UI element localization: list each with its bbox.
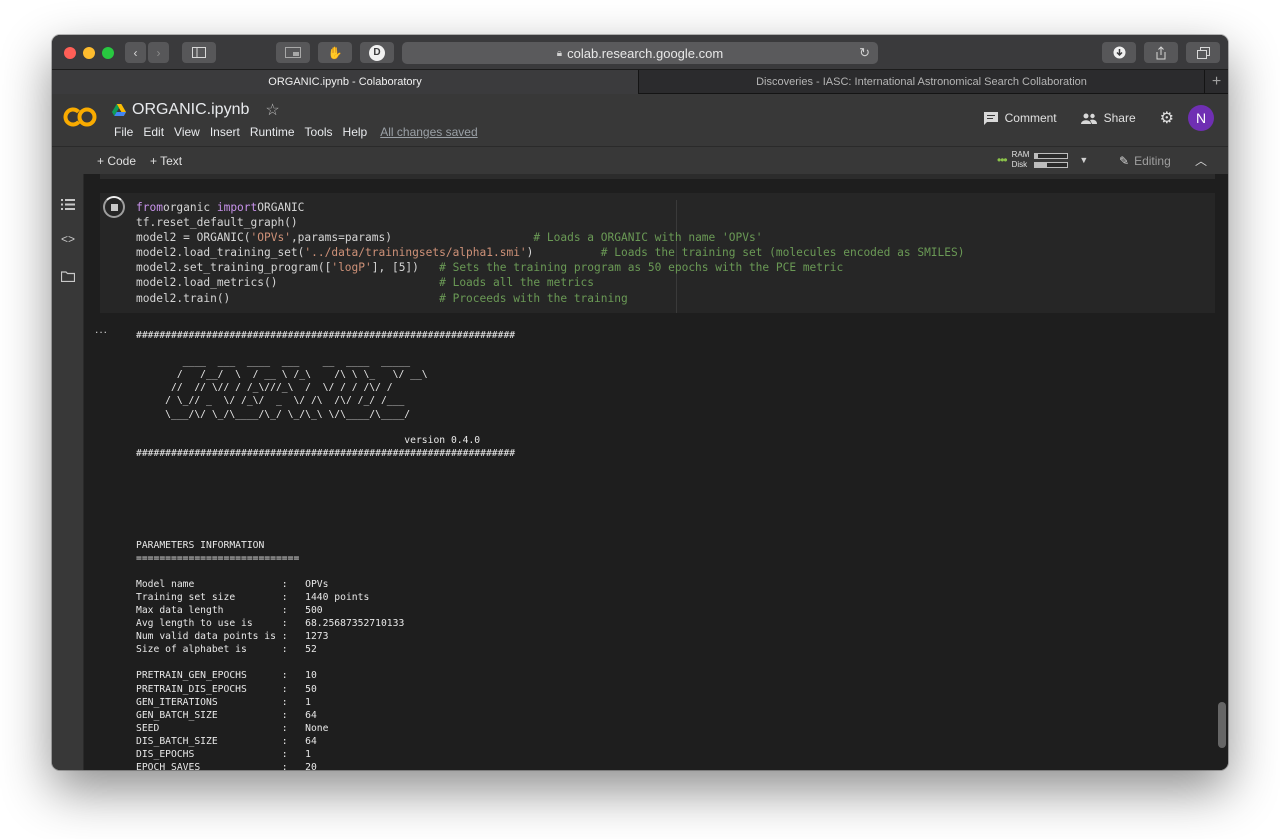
table-of-contents-icon[interactable]: [61, 199, 75, 210]
notebook-toolbar: + Code + Text ••• RAM Disk ▼ ✎ Editing ︿: [52, 146, 1228, 174]
save-status[interactable]: All changes saved: [380, 125, 477, 139]
disk-bar: [1034, 161, 1069, 168]
collapse-header-icon[interactable]: ︿: [1195, 152, 1207, 169]
close-window-button[interactable]: [64, 47, 76, 59]
notebook-area: fromorganic importORGANIC tf.reset_defaul…: [85, 174, 1228, 770]
menu-view[interactable]: View: [169, 125, 205, 139]
star-icon[interactable]: ☆: [265, 100, 279, 120]
gear-icon[interactable]: ⚙: [1160, 108, 1174, 128]
connected-status-icon: •••: [997, 153, 1008, 167]
output-menu-icon[interactable]: ...: [95, 322, 108, 336]
hand-icon: ✋: [327, 45, 343, 60]
tabs-icon: [1196, 46, 1210, 59]
previous-cell-edge: [100, 174, 1215, 179]
editing-mode-button[interactable]: ✎ Editing: [1119, 154, 1171, 168]
code-line: tf.reset_default_graph(): [136, 216, 298, 230]
people-icon: [1080, 113, 1097, 124]
menu-tools[interactable]: Tools: [300, 125, 338, 139]
share-icon: [1156, 45, 1166, 59]
back-button[interactable]: ‹: [125, 42, 146, 63]
reload-icon[interactable]: ↻: [859, 45, 870, 61]
google-drive-icon: [112, 104, 126, 116]
download-icon: [1113, 46, 1125, 59]
code-editor[interactable]: fromorganic importORGANIC tf.reset_defaul…: [136, 200, 964, 306]
browser-tab-bar: ORGANIC.ipynb - Colaboratory Discoveries…: [52, 70, 1228, 94]
extension-button-3[interactable]: D: [360, 42, 394, 63]
code-line: fromorganic importORGANIC: [136, 201, 305, 214]
share-label: Share: [1103, 111, 1136, 125]
share-button[interactable]: Share: [1080, 111, 1136, 125]
downloads-button[interactable]: [1102, 42, 1136, 63]
browser-window: ‹ › ✋ D 🔒︎ colab.research.google.com ↻ O…: [52, 35, 1228, 770]
menu-insert[interactable]: Insert: [205, 125, 245, 139]
cell-output: ########################################…: [136, 330, 516, 770]
new-tab-button[interactable]: +: [1204, 70, 1228, 94]
scrollbar-thumb[interactable]: [1218, 702, 1226, 748]
extension-button-1[interactable]: [276, 42, 310, 63]
tab-iasc[interactable]: Discoveries - IASC: International Astron…: [638, 70, 1204, 94]
chevron-right-icon: ›: [156, 45, 161, 60]
ram-bar-fill: [1035, 153, 1038, 158]
menu-bar: File Edit View Insert Runtime Tools Help…: [109, 125, 478, 139]
menu-help[interactable]: Help: [338, 125, 373, 139]
files-icon[interactable]: [61, 271, 75, 282]
code-line: model2 = ORGANIC('OPVs',params=params) #…: [136, 231, 763, 245]
code-line: model2.set_training_program(['logP'], [5…: [136, 261, 844, 275]
browser-toolbar: ‹ › ✋ D 🔒︎ colab.research.google.com ↻: [52, 35, 1228, 70]
url-bar[interactable]: 🔒︎ colab.research.google.com ↻: [402, 42, 878, 64]
tab-overview-button[interactable]: [1186, 42, 1220, 63]
stop-icon: [110, 203, 118, 211]
share-page-button[interactable]: [1144, 42, 1178, 63]
editing-label: Editing: [1134, 154, 1171, 168]
chevron-left-icon: ‹: [133, 45, 138, 60]
lock-icon: 🔒︎: [556, 47, 563, 59]
code-line: model2.train() # Proceeds with the train…: [136, 291, 628, 305]
pencil-icon: ✎: [1119, 154, 1130, 168]
code-line: model2.load_metrics() # Loads all the me…: [136, 276, 595, 290]
ram-bar: [1034, 152, 1069, 159]
avatar[interactable]: N: [1188, 105, 1214, 131]
tab-colab[interactable]: ORGANIC.ipynb - Colaboratory: [52, 70, 638, 94]
comment-icon: [983, 111, 998, 125]
code-cell[interactable]: fromorganic importORGANIC tf.reset_defaul…: [100, 193, 1215, 313]
caret-down-icon[interactable]: ▼: [1079, 155, 1088, 165]
left-sidebar: <>: [52, 174, 84, 770]
add-text-button[interactable]: + Text: [150, 154, 182, 168]
plus-icon: +: [1211, 73, 1222, 90]
notebook-name[interactable]: ORGANIC.ipynb: [132, 101, 249, 119]
extension-button-2[interactable]: ✋: [318, 42, 352, 63]
forward-button[interactable]: ›: [148, 42, 169, 63]
zoom-window-button[interactable]: [102, 47, 114, 59]
code-snippets-icon[interactable]: <>: [61, 232, 75, 246]
menu-runtime[interactable]: Runtime: [245, 125, 300, 139]
minimize-window-button[interactable]: [83, 47, 95, 59]
resource-monitor[interactable]: ••• RAM Disk ▼: [997, 150, 1088, 170]
ram-label: RAM: [1011, 150, 1030, 159]
menu-file[interactable]: File: [109, 125, 138, 139]
code-line: model2.load_training_set('../data/traini…: [136, 246, 965, 260]
colab-header: ORGANIC.ipynb ☆ File Edit View Insert Ru…: [52, 94, 1228, 146]
colab-logo-icon[interactable]: [63, 106, 97, 128]
extension-badge: D: [369, 44, 385, 61]
run-cell-button[interactable]: [103, 196, 125, 218]
sidebar-toggle-button[interactable]: [182, 42, 216, 63]
comment-label: Comment: [1004, 111, 1057, 125]
add-code-button[interactable]: + Code: [97, 154, 136, 168]
disk-label: Disk: [1011, 160, 1028, 169]
resource-bars: [1034, 152, 1069, 168]
picture-in-picture-icon: [285, 47, 301, 58]
header-actions: Comment Share ⚙ N: [983, 105, 1214, 131]
disk-bar-fill: [1035, 162, 1047, 167]
sidebar-icon: [192, 47, 206, 58]
url-text: colab.research.google.com: [567, 45, 724, 61]
notebook-title: ORGANIC.ipynb ☆: [112, 100, 280, 120]
resource-labels: RAM Disk: [1012, 150, 1030, 170]
menu-edit[interactable]: Edit: [138, 125, 169, 139]
comment-button[interactable]: Comment: [983, 111, 1057, 125]
